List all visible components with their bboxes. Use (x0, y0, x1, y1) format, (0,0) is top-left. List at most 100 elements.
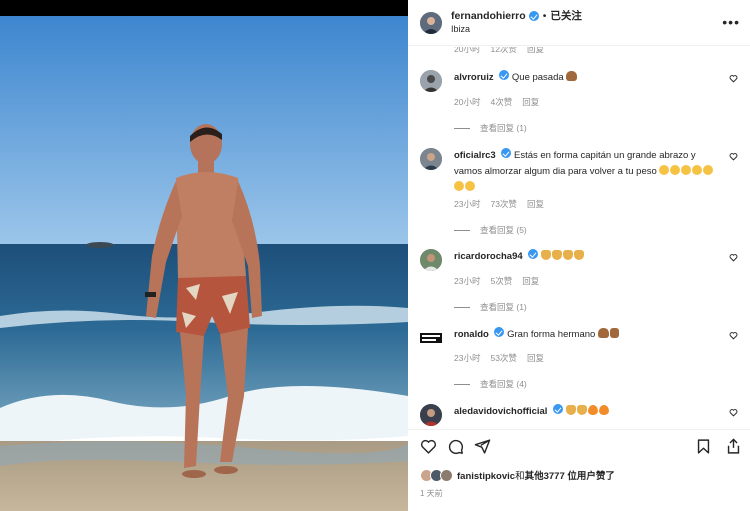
verified-icon (553, 404, 564, 414)
grinning-emoji-icon (681, 165, 692, 175)
comment-item: alvroruiz Que pasada (420, 70, 742, 92)
clapping-hands-emoji-icon (540, 250, 551, 260)
more-horizontal-icon[interactable]: ••• (722, 14, 740, 30)
heart-icon[interactable] (729, 152, 738, 161)
separator-dot: • (542, 10, 547, 23)
post-header: fernandohierro • 已关注 Ibiza ••• (408, 0, 750, 46)
commenter-username[interactable]: ronaldo (454, 329, 489, 340)
comments-list: 20小时 12次赞 回复 alvroruiz Que pasada 20小时 4 (408, 47, 750, 429)
comment-meta: 23小时 53次赞 回复 (454, 352, 544, 364)
comment-likes[interactable]: 5次赞 (490, 275, 512, 287)
comment-meta: 23小时 73次赞 回复 (454, 198, 544, 210)
verified-icon (528, 11, 539, 22)
heart-icon[interactable] (729, 408, 738, 417)
comment-likes[interactable]: 53次赞 (490, 352, 516, 364)
fire-emoji-icon (587, 405, 598, 415)
view-replies-button[interactable]: 查看回复 (4) (454, 378, 527, 390)
post-panel: fernandohierro • 已关注 Ibiza ••• 20小时 12次赞… (408, 0, 750, 511)
heart-icon[interactable] (729, 74, 738, 83)
likes-others[interactable]: 其他3777 位用户赞了 (525, 471, 615, 482)
comment-reply-button[interactable]: 回复 (522, 275, 539, 287)
replies-divider (454, 306, 470, 308)
flexed-biceps-emoji-icon (566, 71, 578, 81)
follow-status-button[interactable]: 已关注 (550, 10, 582, 22)
clapping-hands-emoji-icon (565, 405, 576, 415)
comment-reply-button[interactable]: 回复 (527, 47, 544, 55)
verified-icon (528, 249, 539, 259)
commenter-avatar[interactable] (420, 70, 442, 92)
post-location[interactable]: Ibiza (451, 24, 582, 34)
grinning-emoji-icon (703, 165, 714, 175)
replies-divider (454, 127, 470, 129)
comment-icon[interactable] (447, 438, 464, 460)
grinning-emoji-icon (454, 181, 464, 191)
clapping-hands-emoji-icon (562, 250, 573, 260)
grinning-emoji-icon (692, 165, 703, 175)
comment-time: 23小时 (454, 199, 481, 209)
bookmark-icon[interactable] (695, 438, 712, 460)
beach-photo (0, 16, 408, 511)
comment-likes[interactable]: 4次赞 (490, 96, 512, 108)
grinning-emoji-icon (465, 181, 475, 191)
grinning-emoji-icon (659, 165, 670, 175)
comment-meta: 23小时 5次赞 回复 (454, 275, 539, 287)
post-actions-bar: fanistipkovic和其他3777 位用户赞了 1 天前 (408, 429, 750, 511)
comment-time: 23小时 (454, 353, 481, 363)
view-replies-label: 查看回复 (4) (480, 379, 527, 389)
comment-likes[interactable]: 73次赞 (490, 198, 516, 210)
clapping-hands-emoji-icon (576, 405, 587, 415)
clapping-hands-emoji-icon (573, 250, 584, 260)
thumbs-up-emoji-icon (609, 328, 619, 338)
share-icon[interactable] (474, 438, 491, 460)
comment-text: Que pasada (511, 72, 564, 83)
heart-icon[interactable] (729, 331, 738, 340)
comment-item: ricardorocha94 (420, 249, 742, 271)
grinning-emoji-icon (670, 165, 681, 175)
comment-time: 20小时 (454, 47, 481, 54)
view-replies-button[interactable]: 查看回复 (1) (454, 301, 527, 313)
comment-time: 20小时 (454, 97, 481, 107)
likes-summary[interactable]: fanistipkovic和其他3777 位用户赞了 (420, 468, 615, 482)
comment-item: oficialrc3 Estás en forma capitán un gra… (420, 148, 742, 196)
verified-icon (494, 327, 505, 337)
comment-item: aledavidovichofficial (420, 404, 742, 426)
commenter-avatar[interactable] (420, 148, 442, 170)
comment-reply-button[interactable]: 回复 (527, 352, 544, 364)
author-username[interactable]: fernandohierro (451, 10, 526, 22)
liker-avatar (440, 468, 453, 482)
commenter-username[interactable]: ricardorocha94 (454, 251, 523, 262)
fire-emoji-icon (598, 405, 609, 415)
commenter-username[interactable]: aledavidovichofficial (454, 406, 547, 417)
comment-item: ronaldo Gran forma hermano (420, 327, 742, 349)
view-replies-label: 查看回复 (1) (480, 302, 527, 312)
view-replies-label: 查看回复 (5) (480, 225, 527, 235)
replies-divider (454, 229, 470, 231)
comment-meta: 20小时 4次赞 回复 (454, 96, 539, 108)
comment-meta: 20小时 12次赞 回复 (454, 47, 544, 55)
verified-icon (499, 70, 510, 80)
comment-likes[interactable]: 12次赞 (490, 47, 516, 55)
post-time-ago: 1 天前 (420, 489, 443, 498)
external-share-icon[interactable] (725, 438, 742, 460)
commenter-username[interactable]: oficialrc3 (454, 150, 496, 161)
clapping-hands-emoji-icon (551, 250, 562, 260)
comment-time: 23小时 (454, 276, 481, 286)
verified-icon (501, 148, 512, 158)
replies-divider (454, 383, 470, 385)
view-replies-button[interactable]: 查看回复 (1) (454, 122, 527, 134)
comment-text: Gran forma hermano (507, 329, 596, 340)
comment-reply-button[interactable]: 回复 (522, 96, 539, 108)
author-avatar[interactable] (420, 11, 442, 34)
commenter-avatar[interactable] (420, 404, 442, 426)
heart-icon[interactable] (420, 438, 437, 460)
likes-conjunction: 和 (515, 471, 525, 482)
heart-icon[interactable] (729, 253, 738, 262)
commenter-username[interactable]: alvroruiz (454, 72, 494, 83)
comment-reply-button[interactable]: 回复 (527, 198, 544, 210)
commenter-avatar[interactable] (420, 249, 442, 271)
post-photo[interactable] (0, 16, 408, 511)
commenter-avatar[interactable] (420, 327, 442, 349)
liker-username[interactable]: fanistipkovic (457, 471, 515, 482)
flexed-biceps-emoji-icon (597, 328, 609, 338)
view-replies-button[interactable]: 查看回复 (5) (454, 224, 527, 236)
